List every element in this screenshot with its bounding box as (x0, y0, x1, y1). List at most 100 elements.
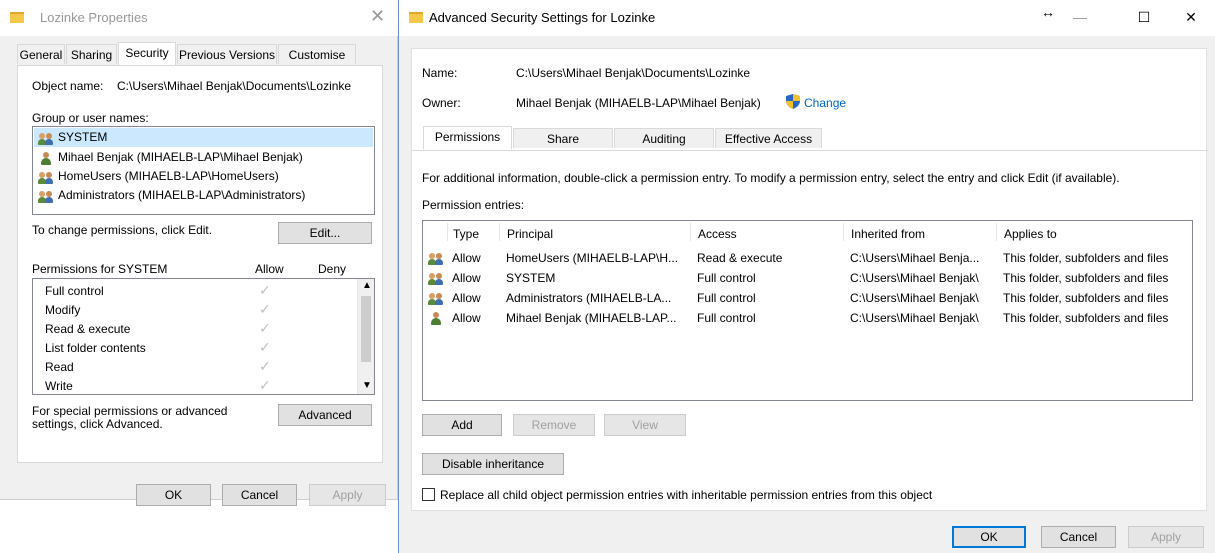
disable-inheritance-button[interactable]: Disable inheritance (422, 453, 564, 475)
table-row[interactable]: Allow HomeUsers (MIHAELB-LAP\H... Read &… (424, 249, 1191, 269)
info-text: For additional information, double-click… (422, 171, 1120, 185)
tab-previous-versions[interactable]: Previous Versions (177, 44, 277, 64)
entry-type: Allow (452, 311, 481, 325)
properties-window: Lozinke Properties ✕ General Sharing Sec… (0, 0, 398, 506)
shield-icon (786, 94, 800, 109)
users-icon (38, 171, 54, 184)
permission-name: Modify (45, 303, 81, 317)
list-item[interactable]: Administrators (MIHAELB-LAP\Administrato… (34, 186, 373, 205)
security-panel: Object name: C:\Users\Mihael Benjak\Docu… (17, 65, 383, 463)
column-divider (447, 223, 448, 241)
advanced-tabs: Permissions Share Auditing Effective Acc… (412, 126, 1208, 150)
entry-type: Allow (452, 271, 481, 285)
scroll-down-icon[interactable]: ▼ (362, 380, 372, 391)
permissions-for-label: Permissions for SYSTEM (32, 262, 168, 276)
name-label: Name: (422, 66, 458, 80)
change-owner-link[interactable]: Change (804, 96, 846, 110)
table-row[interactable]: Allow SYSTEM Full control C:\Users\Mihae… (424, 269, 1191, 289)
tab-effective-access[interactable]: Effective Access (715, 128, 822, 148)
tab-share[interactable]: Share (513, 128, 613, 148)
scroll-up-icon[interactable]: ▲ (362, 280, 372, 291)
close-button[interactable]: ✕ (1168, 2, 1214, 32)
column-divider (843, 223, 844, 241)
entry-principal: Mihael Benjak (MIHAELB-LAP... (506, 311, 677, 325)
tab-general[interactable]: General (17, 44, 65, 64)
folder-icon (10, 12, 24, 23)
minimize-button[interactable]: — (1057, 2, 1103, 32)
scrollbar[interactable]: ▲ ▼ (357, 279, 374, 394)
column-header-type[interactable]: Type (453, 227, 479, 241)
tab-security[interactable]: Security (118, 42, 176, 65)
entry-principal: SYSTEM (506, 271, 556, 285)
users-icon (428, 292, 444, 305)
scroll-thumb[interactable] (361, 296, 371, 362)
entry-access: Read & execute (697, 251, 783, 265)
entry-access: Full control (697, 291, 756, 305)
permission-entries-table: Type Principal Access Inherited from App… (422, 220, 1193, 401)
users-icon (38, 132, 54, 145)
users-icon (428, 252, 444, 265)
properties-tabs: General Sharing Security Previous Versio… (17, 42, 377, 66)
entry-access: Full control (697, 311, 756, 325)
user-icon (430, 312, 442, 326)
tab-sharing[interactable]: Sharing (66, 44, 117, 64)
list-item[interactable]: Mihael Benjak (MIHAELB-LAP\Mihael Benjak… (34, 148, 373, 167)
group-label: Group or user names: (32, 111, 149, 125)
column-header-inherited[interactable]: Inherited from (851, 227, 925, 241)
column-header-access[interactable]: Access (698, 227, 737, 241)
checkmark-icon: ✓ (259, 358, 271, 374)
table-row[interactable]: Allow Mihael Benjak (MIHAELB-LAP... Full… (424, 309, 1191, 329)
cancel-button[interactable]: Cancel (222, 484, 297, 506)
entry-inherited: C:\Users\Mihael Benjak\ (850, 271, 979, 285)
user-list[interactable]: SYSTEM Mihael Benjak (MIHAELB-LAP\Mihael… (32, 126, 375, 215)
replace-checkbox-label[interactable]: Replace all child object permission entr… (440, 488, 932, 502)
entry-inherited: C:\Users\Mihael Benja... (850, 251, 980, 265)
allow-header: Allow (255, 262, 284, 276)
view-button[interactable]: View (604, 414, 686, 436)
advanced-titlebar: Advanced Security Settings for Lozinke ↔… (399, 0, 1215, 36)
column-header-applies[interactable]: Applies to (1004, 227, 1057, 241)
ok-button[interactable]: OK (952, 526, 1026, 548)
column-divider (996, 223, 997, 241)
edit-button[interactable]: Edit... (278, 222, 372, 244)
checkmark-icon: ✓ (259, 320, 271, 336)
entry-applies: This folder, subfolders and files (1003, 251, 1169, 265)
window-title: Advanced Security Settings for Lozinke (429, 10, 656, 25)
owner-value: Mihael Benjak (MIHAELB-LAP\Mihael Benjak… (516, 96, 761, 110)
object-name-label: Object name: (32, 79, 104, 93)
tab-auditing[interactable]: Auditing (614, 128, 714, 148)
deny-header: Deny (318, 262, 347, 276)
tab-permissions[interactable]: Permissions (423, 126, 512, 149)
checkmark-icon: ✓ (259, 301, 271, 317)
replace-checkbox[interactable] (422, 488, 435, 501)
permission-name: Read (45, 360, 74, 374)
close-icon[interactable]: ✕ (370, 6, 385, 27)
special-permissions-text: For special permissions or advanced sett… (32, 404, 228, 431)
column-divider (690, 223, 691, 241)
entry-type: Allow (452, 291, 481, 305)
entry-applies: This folder, subfolders and files (1003, 271, 1169, 285)
change-permissions-text: To change permissions, click Edit. (32, 223, 213, 237)
users-icon (428, 272, 444, 285)
tab-customise[interactable]: Customise (278, 44, 356, 64)
name-value: C:\Users\Mihael Benjak\Documents\Lozinke (516, 66, 751, 80)
add-button[interactable]: Add (422, 414, 502, 436)
remove-button[interactable]: Remove (513, 414, 595, 436)
owner-label: Owner: (422, 96, 461, 110)
list-item[interactable]: SYSTEM (34, 128, 373, 147)
ok-button[interactable]: OK (136, 484, 211, 506)
apply-button[interactable]: Apply (309, 484, 386, 506)
column-header-principal[interactable]: Principal (507, 227, 553, 241)
entries-label: Permission entries: (422, 198, 525, 212)
cancel-button[interactable]: Cancel (1041, 526, 1116, 548)
table-row[interactable]: Allow Administrators (MIHAELB-LA... Full… (424, 289, 1191, 309)
window-title: Lozinke Properties (40, 10, 148, 25)
permission-name: Read & execute (45, 322, 131, 336)
user-name: HomeUsers (MIHAELB-LAP\HomeUsers) (58, 169, 279, 183)
maximize-button[interactable]: ☐ (1121, 2, 1167, 32)
entry-inherited: C:\Users\Mihael Benjak\ (850, 311, 979, 325)
tab-panel-border (412, 150, 1208, 151)
apply-button[interactable]: Apply (1128, 526, 1204, 548)
advanced-button[interactable]: Advanced (278, 404, 372, 426)
list-item[interactable]: HomeUsers (MIHAELB-LAP\HomeUsers) (34, 167, 373, 186)
